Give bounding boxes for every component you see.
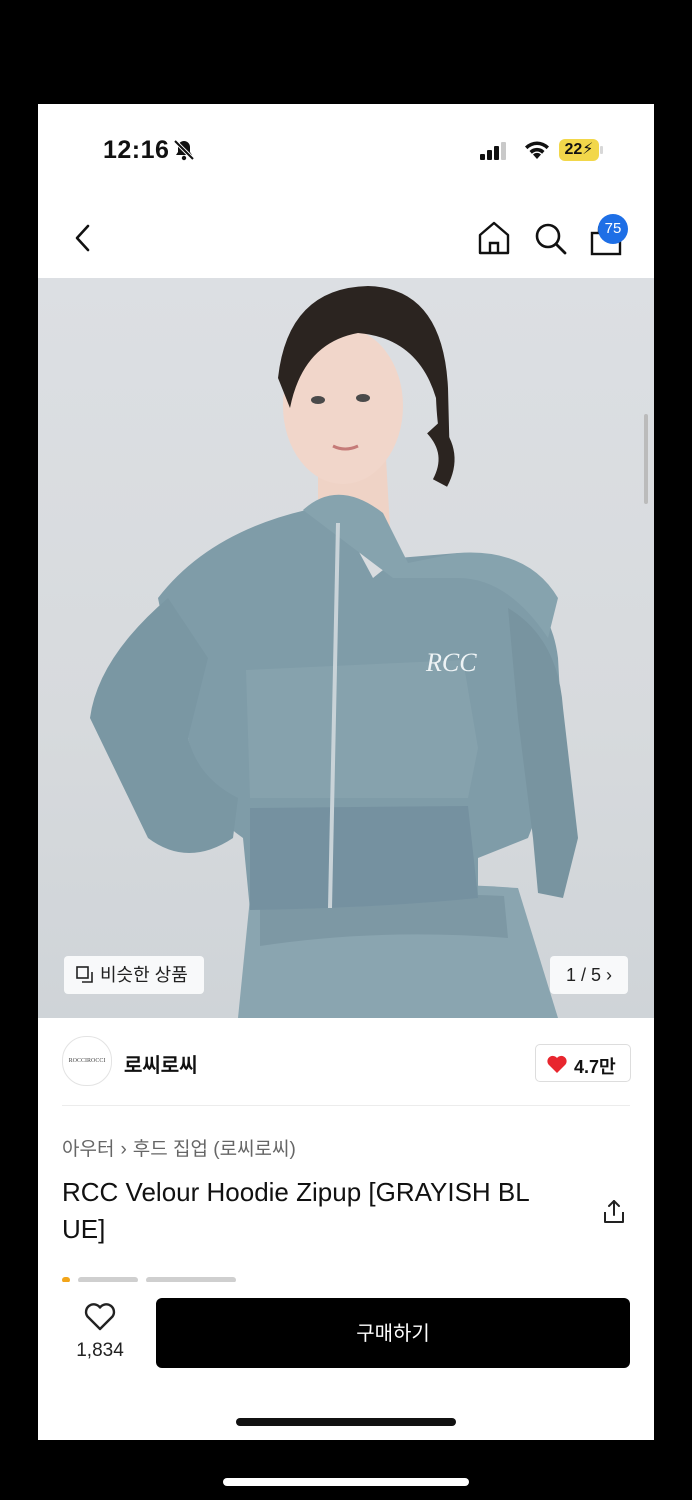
cart-count-badge: 75	[598, 214, 628, 244]
product-image-carousel[interactable]: RCC 비슷한 상품 1 / 5 ›	[38, 278, 654, 1018]
bell-muted-icon	[173, 139, 195, 161]
back-icon[interactable]	[68, 220, 100, 256]
search-icon[interactable]	[532, 219, 568, 257]
breadcrumb-child[interactable]: 후드 집업 (로씨로씨)	[133, 1139, 296, 1160]
cellular-signal-icon	[480, 142, 506, 160]
breadcrumb-parent[interactable]: 아우터	[62, 1139, 114, 1160]
breadcrumb: 아우터 › 후드 집업 (로씨로씨)	[62, 1134, 296, 1161]
charging-bolt-icon: ⚡	[582, 141, 594, 158]
battery-indicator: 22⚡	[559, 139, 599, 161]
product-title: RCC Velour Hoodie Zipup [GRAYISH BL UE]	[62, 1177, 529, 1244]
home-icon[interactable]	[476, 219, 512, 257]
similar-products-label: 비슷한 상품	[100, 965, 188, 985]
buy-button[interactable]: 구매하기	[156, 1298, 630, 1368]
brand-name[interactable]: 로씨로씨	[124, 1049, 198, 1078]
top-navigation: 75	[38, 204, 654, 274]
image-pager-button[interactable]: 1 / 5 ›	[550, 956, 628, 994]
status-bar: 12:16 22⚡	[38, 104, 654, 194]
wishlist-button[interactable]: 1,834	[68, 1298, 132, 1368]
share-icon[interactable]	[600, 1198, 628, 1226]
heart-outline-icon	[84, 1303, 116, 1331]
similar-items-icon	[76, 966, 93, 983]
product-photo	[90, 286, 578, 1018]
brand-like-count: 4.7만	[574, 1057, 616, 1077]
chevron-right-icon: ›	[120, 1139, 127, 1160]
section-divider	[62, 1105, 630, 1106]
battery-level: 22	[564, 141, 583, 158]
bottom-action-bar: 1,834 구매하기	[38, 1282, 654, 1440]
wifi-icon	[525, 141, 549, 159]
brand-logo[interactable]: ROCCIROCCI	[62, 1036, 112, 1086]
heart-filled-icon	[547, 1055, 567, 1073]
brand-row: ROCCIROCCI 로씨로씨 4.7만	[38, 1022, 654, 1110]
home-indicator[interactable]	[236, 1418, 456, 1426]
phone-screen: 12:16 22⚡ 75 RCC 비슷한 상품 1 / 5 › ROCCIROC…	[38, 104, 654, 1440]
similar-products-button[interactable]: 비슷한 상품	[64, 956, 204, 994]
battery-tip	[600, 146, 603, 154]
scroll-indicator[interactable]	[644, 414, 648, 504]
outer-home-indicator	[223, 1478, 469, 1486]
status-time: 12:16	[103, 136, 170, 164]
wishlist-count: 1,834	[76, 1340, 124, 1361]
brand-like-button[interactable]: 4.7만	[535, 1044, 631, 1082]
jacket-embroidered-logo: RCC	[426, 648, 477, 677]
